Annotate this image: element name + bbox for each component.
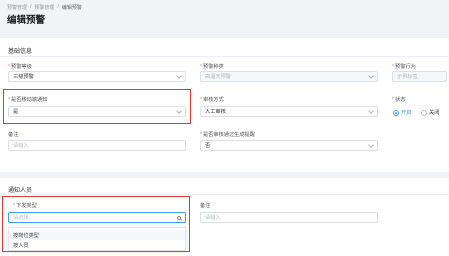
action-select[interactable]: 示例标签 <box>392 71 447 82</box>
remark-input[interactable]: 请输入 <box>8 140 186 151</box>
audit-gen-value: 否 <box>205 143 211 149</box>
status-radio-on[interactable]: 开启 <box>393 109 411 116</box>
highlight-box-dispatch <box>2 196 190 252</box>
breadcrumb-item[interactable]: 预警管理 <box>34 4 54 11</box>
breadcrumb-current: 编辑预警 <box>61 5 82 11</box>
section-title-notify: 通知人员 <box>8 188 33 194</box>
chevron-down-icon <box>176 107 182 114</box>
level-select[interactable]: 三级预警 <box>8 71 186 82</box>
field-label-notify-remark: 备注 <box>200 203 211 209</box>
status-option-off: 关闭 <box>429 110 440 116</box>
chevron-down-icon <box>368 72 374 79</box>
section-title-basic: 基础信息 <box>8 49 33 55</box>
level-value: 三级预警 <box>13 74 34 80</box>
remark-placeholder: 请输入 <box>13 143 29 149</box>
radio-unchecked-icon <box>421 109 427 116</box>
audit-gen-select[interactable]: 否 <box>200 140 378 151</box>
radio-checked-icon <box>393 109 399 116</box>
field-label-mobile-notify: *是否移动端通知 <box>8 97 48 103</box>
field-label-audit-gen: *是否审核通过生成提醒 <box>200 132 255 138</box>
status-option-on: 开启 <box>401 110 412 116</box>
mobile-notify-value: 是 <box>13 109 19 115</box>
breadcrumb-item[interactable]: 预警管理 <box>7 4 27 11</box>
field-label-remark: 备注 <box>8 132 19 138</box>
field-label-action: *预警行为 <box>392 64 416 70</box>
section-divider <box>0 56 449 57</box>
notify-remark-placeholder: 请输入 <box>205 215 221 221</box>
mobile-notify-select[interactable]: 是 <box>8 106 186 117</box>
audit-mode-select[interactable]: 人工审核 <box>200 106 378 117</box>
section-divider <box>0 194 449 195</box>
breadcrumb-separator: / <box>57 4 59 10</box>
action-value: 示例标签 <box>397 74 418 80</box>
chevron-down-icon <box>176 72 182 79</box>
audit-mode-value: 人工审核 <box>205 109 226 115</box>
field-label-level: *预警等级 <box>8 64 32 70</box>
status-radio-off[interactable]: 关闭 <box>421 109 439 116</box>
breadcrumb: 预警管理 / 预警管理 / 编辑预警 <box>7 4 82 11</box>
breadcrumb-separator: / <box>30 4 32 10</box>
notify-remark-input[interactable]: 请输入 <box>200 212 378 223</box>
page-title: 编辑预警 <box>7 15 46 26</box>
type-select[interactable]: 高温天预警 <box>200 71 378 82</box>
type-value: 高温天预警 <box>205 74 231 80</box>
field-label-status: *状态 <box>392 97 406 103</box>
field-label-type: *预警种类 <box>200 64 224 70</box>
chevron-down-icon <box>368 107 374 114</box>
chevron-down-icon <box>368 141 374 148</box>
field-label-audit-mode: *审核方式 <box>200 97 224 103</box>
